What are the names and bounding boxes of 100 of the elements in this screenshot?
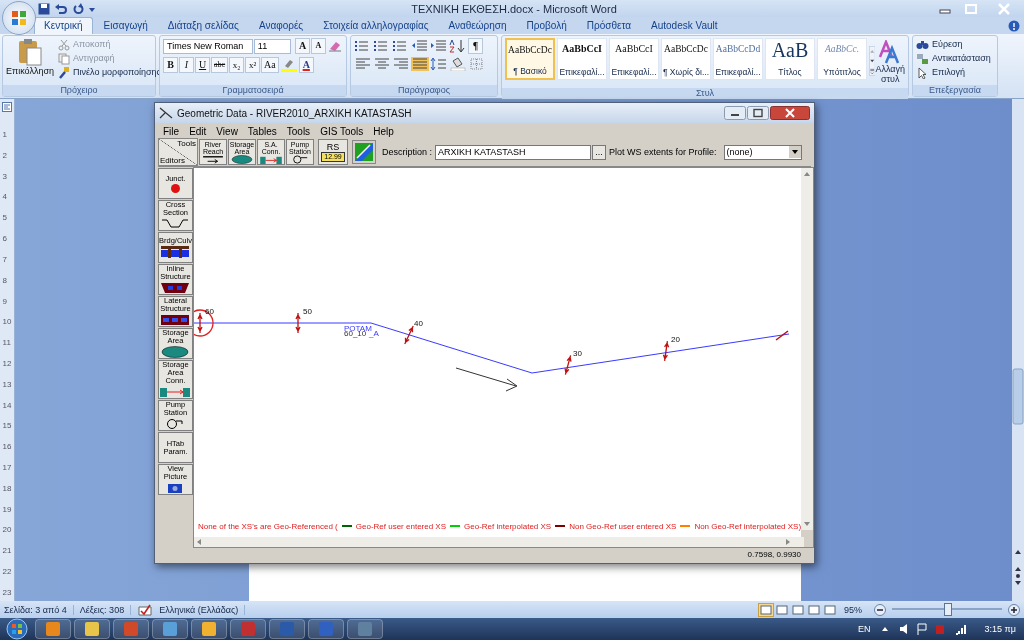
highlighter-icon[interactable] xyxy=(279,58,298,72)
sort-icon[interactable] xyxy=(449,39,467,53)
menu-item[interactable]: Edit xyxy=(189,125,207,137)
taskbar-app-icon[interactable] xyxy=(35,619,71,639)
document-scrollbar[interactable] xyxy=(1012,99,1024,601)
cross-section-mark[interactable] xyxy=(295,312,301,334)
minimize-icon[interactable] xyxy=(724,106,746,120)
style-button[interactable]: AaB Τίτλος xyxy=(765,38,815,80)
zoom-level[interactable]: 95% xyxy=(844,604,868,615)
change-styles-button[interactable]: Αλλαγή στυλ xyxy=(875,38,905,86)
paste-button[interactable]: Επικόλληση xyxy=(6,38,54,83)
format-button[interactable]: I xyxy=(179,57,194,73)
help-icon[interactable] xyxy=(1008,20,1020,32)
menu-item[interactable]: Tables xyxy=(247,125,277,137)
view-buttons-icon[interactable] xyxy=(758,602,838,617)
proofing-icon[interactable] xyxy=(137,602,154,617)
junction-icon xyxy=(170,183,180,193)
office-button[interactable] xyxy=(2,1,36,35)
style-button[interactable]: AaBbCcI Επικεφαλί... xyxy=(557,38,607,80)
page-count[interactable]: Σελίδα: 3 από 4 xyxy=(4,604,74,615)
ribbon-tab[interactable]: Εισαγωγή xyxy=(94,18,157,34)
style-name: Υπότιτλος xyxy=(823,67,861,77)
redo-icon[interactable] xyxy=(72,2,84,15)
font-family-field[interactable]: Times New Roman xyxy=(163,38,253,54)
style-button[interactable]: AaBbCcDc ¶ Χωρίς δι... xyxy=(661,38,711,80)
map-icon[interactable] xyxy=(352,140,376,164)
ribbon-tab[interactable]: Αναθεώρηση xyxy=(439,18,516,34)
shrink-font-button[interactable]: A xyxy=(311,38,326,54)
description-field[interactable]: ARXIKH KATASTASH xyxy=(435,144,592,160)
format-button[interactable]: U xyxy=(195,57,210,73)
clock[interactable]: 3:15 πμ xyxy=(984,624,1016,634)
cross-section-mark[interactable] xyxy=(662,340,670,362)
language-indicator[interactable]: Ελληνικά (Ελλάδας) xyxy=(159,604,246,615)
grow-font-button[interactable]: A xyxy=(295,38,310,54)
format-button[interactable]: B xyxy=(163,57,178,73)
cross-section-mark[interactable] xyxy=(775,330,789,341)
storage-area-icon xyxy=(230,155,254,164)
menu-item[interactable]: View xyxy=(216,125,238,137)
paint-bucket-icon[interactable] xyxy=(449,57,467,71)
editing-button[interactable]: Εύρεση xyxy=(916,38,994,51)
ribbon-tab[interactable]: Κεντρική xyxy=(34,17,93,34)
ribbon-tab[interactable]: Autodesk Vault xyxy=(642,18,727,34)
style-button[interactable]: AaBbCcI Επικεφαλί... xyxy=(609,38,659,80)
input-language[interactable]: EN xyxy=(858,624,871,634)
ribbon-tab[interactable]: Στοιχεία αλληλογραφίας xyxy=(314,18,438,34)
taskbar-app-icon[interactable] xyxy=(230,619,266,639)
zoom-out-icon[interactable] xyxy=(874,603,886,616)
cross-section-label: 60 xyxy=(204,307,214,316)
indent-icon[interactable] xyxy=(430,39,448,53)
format-button[interactable]: x² xyxy=(245,57,261,73)
menu-item[interactable]: Help xyxy=(373,125,394,137)
horizontal-scrollbar[interactable] xyxy=(193,537,804,547)
vertical-scrollbar[interactable] xyxy=(801,168,814,530)
taskbar-app-icon[interactable] xyxy=(113,619,149,639)
taskbar-app-icon[interactable] xyxy=(347,619,383,639)
taskbar-app-icon[interactable] xyxy=(269,619,305,639)
editing-button[interactable]: Επιλογή xyxy=(916,66,994,79)
ruler-number: 11 xyxy=(2,338,12,348)
format-button[interactable]: Aa xyxy=(261,57,279,73)
format-button[interactable]: x₂ xyxy=(229,57,245,73)
browse-button[interactable]: ... xyxy=(592,144,607,160)
clipboard-button[interactable]: Πινέλο μορφοποίησης xyxy=(58,66,161,79)
ribbon-tab[interactable]: Πρόσθετα xyxy=(577,18,640,34)
style-button[interactable]: AaBbCcDc ¶ Βασικό xyxy=(505,38,555,80)
zoom-in-icon[interactable] xyxy=(1008,603,1020,616)
font-color-button[interactable]: A xyxy=(298,57,314,73)
ruler-number: 16 xyxy=(2,442,12,452)
editing-button[interactable]: Αντικατάσταση xyxy=(916,52,994,65)
style-button[interactable]: AaBbCc. Υπότιτλος xyxy=(817,38,867,80)
eraser-icon[interactable] xyxy=(327,39,343,53)
menu-item[interactable]: Tools xyxy=(286,125,311,137)
close-icon[interactable] xyxy=(770,106,810,120)
menu-item[interactable]: GIS Tools xyxy=(320,125,364,137)
style-button[interactable]: AaBbCcDd Επικεφαλί... xyxy=(713,38,763,80)
profile-dropdown[interactable]: (none) xyxy=(723,144,802,160)
line-spacing-icon[interactable] xyxy=(430,57,448,71)
undo-icon[interactable] xyxy=(54,2,68,15)
font-size-field[interactable]: 11 xyxy=(253,38,291,54)
taskbar-app-icon[interactable] xyxy=(191,619,227,639)
taskbar-app-icon[interactable] xyxy=(308,619,344,639)
save-icon[interactable] xyxy=(38,2,50,15)
ribbon-tab[interactable]: Αναφορές xyxy=(249,18,313,34)
taskbar-app-icon[interactable] xyxy=(152,619,188,639)
word-count[interactable]: Λέξεις: 308 xyxy=(79,604,132,615)
ruler-number: 2 xyxy=(2,150,8,160)
cross-section-mark[interactable] xyxy=(404,325,414,345)
ruler-icon[interactable] xyxy=(2,102,12,112)
taskbar-app-icon[interactable] xyxy=(74,619,110,639)
cross-section-mark[interactable] xyxy=(197,312,203,334)
ribbon-tab[interactable]: Προβολή xyxy=(517,18,576,34)
show-marks-button[interactable]: ¶ xyxy=(468,38,483,54)
menu-item[interactable]: File xyxy=(163,125,180,137)
zoom-slider-thumb[interactable] xyxy=(944,603,952,616)
cross-section-mark[interactable] xyxy=(564,354,572,376)
maximize-icon[interactable] xyxy=(747,106,769,120)
format-button[interactable]: abc xyxy=(211,57,229,73)
ruler-number: 20 xyxy=(2,525,12,535)
ribbon-tab[interactable]: Διάταξη σελίδας xyxy=(158,18,248,34)
outdent-icon[interactable] xyxy=(411,39,429,53)
style-sample: AaB xyxy=(771,42,809,58)
